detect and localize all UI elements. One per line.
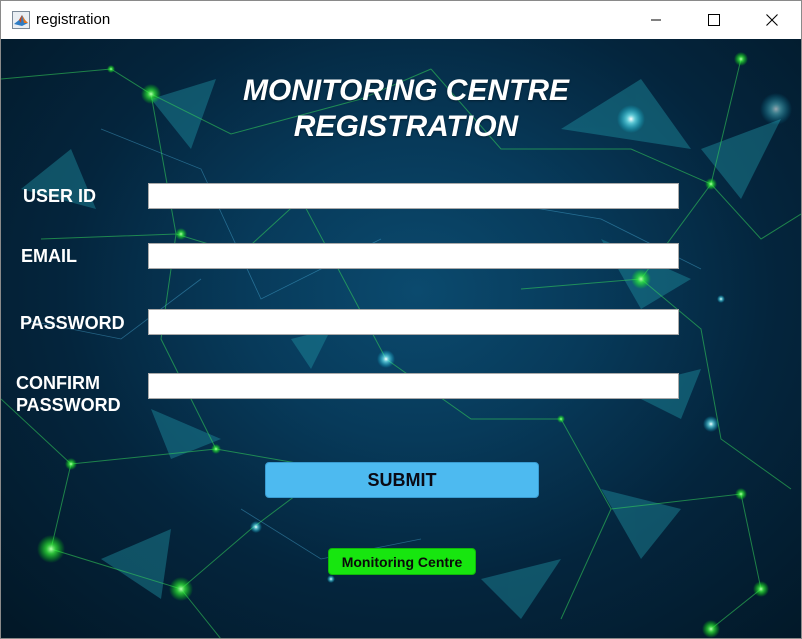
confirm-password-label: CONFIRM PASSWORD <box>16 372 121 416</box>
confirm-password-label-line-1: CONFIRM <box>16 373 100 393</box>
close-button[interactable] <box>743 1 801 39</box>
password-label: PASSWORD <box>20 313 125 333</box>
email-input[interactable] <box>148 243 679 269</box>
matlab-icon <box>12 11 30 29</box>
window-title: registration <box>36 11 111 28</box>
email-label: EMAIL <box>21 246 77 266</box>
page-title: MONITORING CENTRE REGISTRATION <box>161 73 651 145</box>
close-icon <box>766 14 778 26</box>
confirm-password-label-line-2: PASSWORD <box>16 395 121 415</box>
registration-window: registration MONITORING CENTRE REGISTRAT… <box>0 0 802 639</box>
submit-button[interactable]: SUBMIT <box>265 462 539 498</box>
user-id-input[interactable] <box>148 183 679 209</box>
minimize-button[interactable] <box>627 1 685 39</box>
registration-panel: MONITORING CENTRE REGISTRATION USER ID E… <box>1 39 801 638</box>
maximize-icon <box>708 14 720 26</box>
monitoring-centre-button[interactable]: Monitoring Centre <box>328 548 476 575</box>
maximize-button[interactable] <box>685 1 743 39</box>
page-title-line-1: MONITORING CENTRE <box>242 74 570 107</box>
confirm-password-input[interactable] <box>148 373 679 399</box>
minimize-icon <box>650 14 662 26</box>
user-id-label: USER ID <box>23 186 97 206</box>
page-title-line-2: REGISTRATION <box>293 110 519 143</box>
password-input[interactable] <box>148 309 679 335</box>
title-bar: registration <box>1 1 801 39</box>
